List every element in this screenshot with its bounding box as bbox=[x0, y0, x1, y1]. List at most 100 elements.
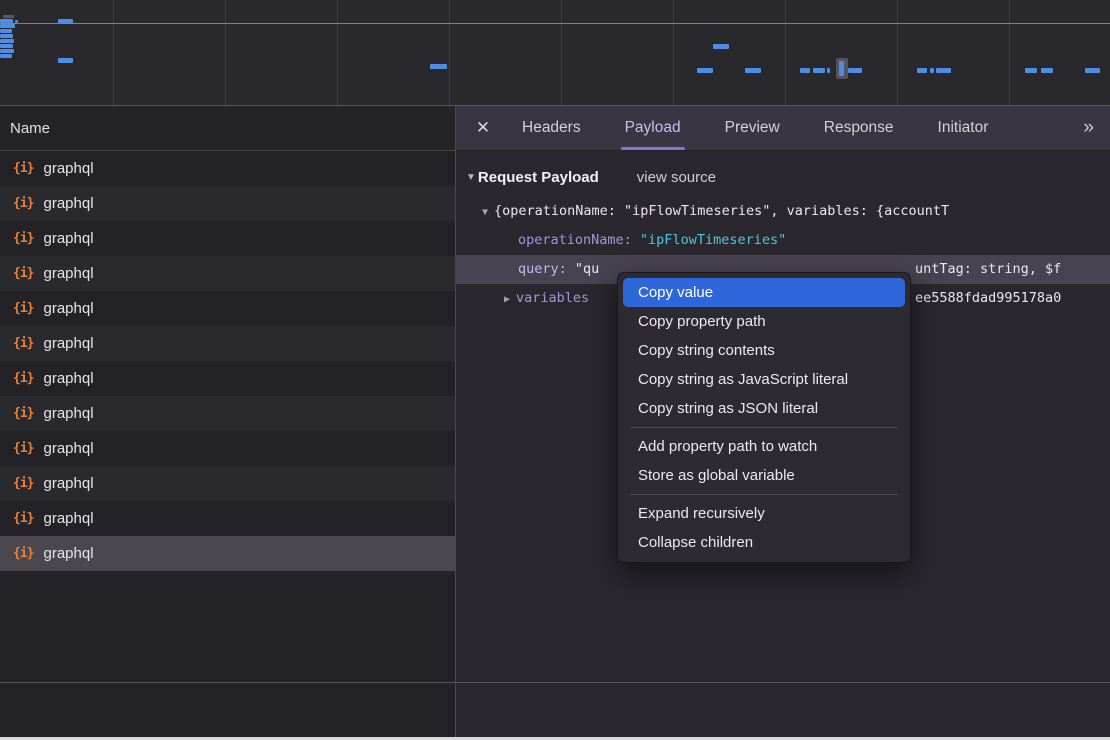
request-timing-bar bbox=[0, 39, 14, 43]
json-braces-icon: {i} bbox=[13, 371, 33, 386]
timeline-gridline bbox=[785, 0, 786, 105]
context-menu: Copy valueCopy property pathCopy string … bbox=[617, 272, 911, 563]
name-column-header[interactable]: Name bbox=[0, 106, 455, 151]
json-braces-icon: {i} bbox=[13, 441, 33, 456]
table-row[interactable]: {i} graphql bbox=[0, 326, 455, 361]
view-source-link[interactable]: view source bbox=[637, 169, 716, 186]
table-row[interactable]: {i}graphql bbox=[0, 256, 455, 291]
request-timing-bar bbox=[0, 49, 14, 53]
requests-pane: Name {i} graphql {i} graphql {i} graphql {i} gr… bbox=[0, 106, 455, 740]
more-tabs-icon[interactable]: » bbox=[1083, 117, 1092, 139]
table-row[interactable]: {i} graphql bbox=[0, 466, 455, 501]
tab-response[interactable]: Response bbox=[824, 106, 894, 150]
menu-separator bbox=[630, 427, 898, 428]
menu-item-expand-recursively[interactable]: Expand recursively bbox=[623, 499, 905, 528]
table-row[interactable]: {i} graphql bbox=[0, 536, 455, 571]
json-braces-icon: {i} bbox=[13, 231, 33, 246]
request-timing-bar bbox=[0, 54, 12, 58]
request-payload-header[interactable]: ▼Request Payload view source bbox=[466, 165, 1110, 189]
tree-row-operation-name[interactable]: operationName: "ipFlowTimeseries" bbox=[456, 226, 1110, 255]
json-braces-icon: {i} bbox=[13, 476, 33, 491]
json-braces-icon: {i} bbox=[13, 406, 33, 421]
request-name-label: graphql bbox=[43, 545, 93, 562]
request-timing-bar bbox=[713, 44, 729, 49]
network-overview-waterfall[interactable] bbox=[0, 0, 1110, 106]
json-braces-icon: {i} bbox=[13, 546, 33, 561]
tab-payload[interactable]: Payload bbox=[625, 106, 681, 150]
table-row[interactable]: {i} graphql bbox=[0, 501, 455, 536]
property-value-start: "qu bbox=[567, 261, 600, 277]
request-name-label: graphql bbox=[43, 405, 93, 422]
request-timing-bar bbox=[930, 68, 934, 73]
table-row[interactable]: {i} graphql bbox=[0, 431, 455, 466]
object-preview-text: {operationName: "ipFlowTimeseries", vari… bbox=[494, 203, 949, 219]
property-key: operationName: bbox=[518, 232, 632, 248]
tab-headers[interactable]: Headers bbox=[522, 106, 581, 150]
close-icon[interactable]: ✕ bbox=[472, 118, 494, 138]
menu-separator bbox=[630, 494, 898, 495]
request-name-label: graphql bbox=[43, 440, 93, 457]
json-braces-icon: {i} bbox=[13, 196, 33, 211]
table-row[interactable]: {i} graphql bbox=[0, 186, 455, 221]
property-key: variables bbox=[516, 290, 589, 306]
tree-row-root[interactable]: ▼{operationName: "ipFlowTimeseries", var… bbox=[456, 197, 1110, 226]
section-disclosure-icon[interactable]: ▼ bbox=[466, 172, 476, 183]
request-timing-bar bbox=[0, 34, 13, 38]
timeline-gridline bbox=[113, 0, 114, 105]
menu-item-copy-string-contents[interactable]: Copy string contents bbox=[623, 336, 905, 365]
menu-item-collapse-children[interactable]: Collapse children bbox=[623, 528, 905, 557]
table-row[interactable]: {i} graphql bbox=[0, 361, 455, 396]
timeline-marker-bar bbox=[839, 61, 844, 76]
menu-item-store-as-global-variable[interactable]: Store as global variable bbox=[623, 461, 905, 490]
request-timing-bar bbox=[827, 68, 830, 73]
request-timing-bar bbox=[3, 15, 14, 18]
json-braces-icon: {i} bbox=[13, 511, 33, 526]
table-row[interactable]: {i} graphql bbox=[0, 396, 455, 431]
property-value-continued: ee5588fdad995178a0 bbox=[915, 284, 1061, 313]
request-timing-bar bbox=[15, 20, 18, 23]
request-timing-bar bbox=[936, 68, 951, 73]
request-timing-bar bbox=[848, 68, 862, 73]
table-row[interactable]: {i}graphql bbox=[0, 151, 455, 186]
request-name-label: graphql bbox=[43, 510, 93, 527]
request-name-label: graphql bbox=[43, 265, 93, 282]
menu-item-copy-string-as-json-literal[interactable]: Copy string as JSON literal bbox=[623, 394, 905, 423]
request-timing-bar bbox=[1041, 68, 1053, 73]
expand-arrow-icon[interactable]: ▶ bbox=[498, 285, 516, 313]
menu-item-add-property-path-to-watch[interactable]: Add property path to watch bbox=[623, 432, 905, 461]
detail-tabs: Headers Payload Preview Response Initiator bbox=[522, 106, 988, 150]
tab-initiator[interactable]: Initiator bbox=[938, 106, 989, 150]
menu-item-copy-string-as-javascript-literal[interactable]: Copy string as JavaScript literal bbox=[623, 365, 905, 394]
request-timing-bar bbox=[813, 68, 825, 73]
tab-preview[interactable]: Preview bbox=[725, 106, 780, 150]
expand-arrow-icon[interactable]: ▼ bbox=[476, 198, 494, 226]
timeline-gridline bbox=[449, 0, 450, 105]
menu-item-copy-property-path[interactable]: Copy property path bbox=[623, 307, 905, 336]
json-braces-icon: {i} bbox=[13, 336, 33, 351]
table-row[interactable]: {i}graphql bbox=[0, 291, 455, 326]
request-timing-bar bbox=[1085, 68, 1100, 73]
property-value-continued: untTag: string, $f bbox=[915, 255, 1061, 284]
request-name-label: graphql bbox=[43, 475, 93, 492]
request-timing-bar bbox=[58, 19, 73, 24]
detail-tab-bar: ✕ Headers Payload Preview Response Initiator… bbox=[456, 106, 1110, 151]
request-timing-bar bbox=[0, 44, 13, 48]
request-timing-bar bbox=[800, 68, 810, 73]
request-name-label: graphql bbox=[43, 300, 93, 317]
request-timing-bar bbox=[0, 29, 12, 33]
request-name-label: graphql bbox=[43, 370, 93, 387]
request-name-label: graphql bbox=[43, 335, 93, 352]
menu-item-copy-value[interactable]: Copy value bbox=[623, 278, 905, 307]
request-timing-bar bbox=[0, 24, 15, 28]
request-timing-bar bbox=[745, 68, 761, 73]
property-value: "ipFlowTimeseries" bbox=[632, 232, 786, 248]
request-timing-bar bbox=[917, 68, 927, 73]
timeline-gridline bbox=[0, 23, 1110, 24]
request-name-label: graphql bbox=[43, 195, 93, 212]
timeline-gridline bbox=[673, 0, 674, 105]
request-timing-bar bbox=[1025, 68, 1037, 73]
timeline-gridline bbox=[337, 0, 338, 105]
table-row[interactable]: {i}graphql bbox=[0, 221, 455, 256]
timeline-gridline bbox=[1009, 0, 1010, 105]
devtools-network-panel: Name {i} graphql {i} graphql {i} graphql {i} gr… bbox=[0, 0, 1110, 740]
